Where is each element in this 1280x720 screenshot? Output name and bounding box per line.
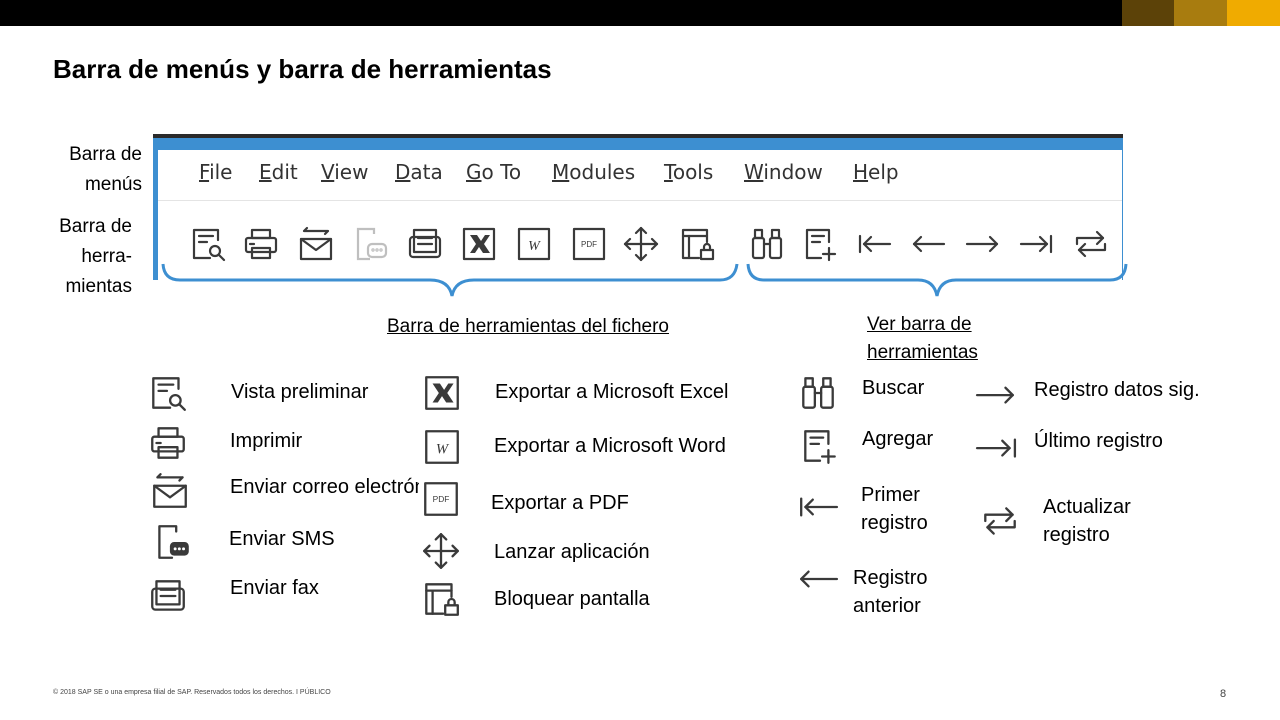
- excel-icon[interactable]: [458, 224, 500, 264]
- next-record-icon[interactable]: [962, 224, 1004, 264]
- svg-text:W: W: [528, 239, 541, 254]
- first-record-icon: [796, 486, 840, 528]
- page-number: 8: [1220, 688, 1227, 700]
- pdf-icon: PDF: [419, 478, 463, 520]
- previous-record-icon[interactable]: [907, 224, 949, 264]
- svg-text:PDF: PDF: [433, 494, 450, 504]
- menu-goto[interactable]: Go To: [466, 160, 521, 184]
- legend-label: Imprimir: [230, 430, 303, 452]
- footer-copyright: © 2018 SAP SE o una empresa filial de SA…: [53, 689, 331, 696]
- legend-label: Registro anterior: [853, 567, 928, 617]
- brand-block-light: [1227, 0, 1280, 26]
- launch-app-icon[interactable]: [620, 224, 662, 264]
- menu-file[interactable]: File: [199, 160, 232, 184]
- preview-icon[interactable]: [187, 224, 229, 264]
- last-record-icon: [974, 425, 1018, 467]
- svg-text:W: W: [436, 441, 450, 457]
- refresh-record-icon: [978, 500, 1022, 542]
- preview-icon: [146, 372, 190, 414]
- legend-label: Bloquear pantalla: [494, 588, 650, 610]
- email-icon: [148, 470, 192, 512]
- brand-block-mid: [1174, 0, 1227, 26]
- legend-label: Exportar a Microsoft Word: [494, 435, 726, 457]
- last-record-icon[interactable]: [1016, 224, 1058, 264]
- svg-text:PDF: PDF: [581, 240, 597, 249]
- menu-data[interactable]: Data: [395, 160, 443, 184]
- excel-icon: [420, 372, 464, 414]
- binoculars-icon: [796, 372, 840, 414]
- window-top-edge: [153, 134, 1123, 138]
- next-record-icon: [974, 372, 1018, 414]
- refresh-record-icon[interactable]: [1070, 224, 1112, 264]
- word-icon[interactable]: W: [513, 224, 555, 264]
- label-toolbar: Barra de herra- mientas: [59, 216, 132, 297]
- slide-title: Barra de menús y barra de herramientas: [53, 54, 552, 84]
- legend-label: Enviar fax: [230, 577, 319, 599]
- launch-app-icon: [419, 530, 463, 572]
- legend-label: Agregar: [862, 428, 934, 450]
- legend-label: Último registro: [1034, 430, 1163, 452]
- legend-label: Primer registro: [861, 484, 928, 534]
- brand-block-dark: [1122, 0, 1174, 26]
- lock-screen-icon: [419, 578, 463, 620]
- menu-help[interactable]: Help: [853, 160, 899, 184]
- legend-label: Enviar SMS: [229, 528, 335, 550]
- legend-label: Registro datos sig.: [1034, 379, 1200, 401]
- menu-tools[interactable]: Tools: [664, 160, 713, 184]
- file-toolbar-label: Barra de herramientas del fichero: [387, 316, 669, 337]
- legend-label: Lanzar aplicación: [494, 541, 650, 563]
- email-icon[interactable]: [295, 224, 337, 264]
- menu-edit[interactable]: Edit: [259, 160, 298, 184]
- add-icon[interactable]: [800, 224, 842, 264]
- fax-icon: [146, 575, 190, 617]
- top-bar: [0, 0, 1280, 26]
- pdf-icon[interactable]: PDF: [568, 224, 610, 264]
- toolbar-separator: [158, 200, 1122, 201]
- print-icon[interactable]: [240, 224, 282, 264]
- sms-icon: [150, 521, 194, 563]
- menu-modules[interactable]: Modules: [552, 160, 635, 184]
- menu-window[interactable]: Window: [744, 160, 823, 184]
- word-icon: W: [420, 426, 464, 468]
- print-icon: [146, 422, 190, 464]
- first-record-icon[interactable]: [853, 224, 895, 264]
- lock-screen-icon[interactable]: [676, 224, 718, 264]
- menu-view[interactable]: View: [321, 160, 368, 184]
- legend-label: Exportar a PDF: [491, 492, 629, 514]
- legend-label: Actualizar registro: [1043, 496, 1131, 546]
- sms-icon[interactable]: [349, 224, 391, 264]
- previous-record-icon: [796, 558, 840, 600]
- fax-icon[interactable]: [404, 224, 446, 264]
- legend-label: Buscar: [862, 377, 925, 399]
- binoculars-icon[interactable]: [746, 224, 788, 264]
- legend-label: Exportar a Microsoft Excel: [495, 381, 729, 403]
- view-toolbar-label: Ver barra de herramientas: [867, 314, 978, 363]
- label-menu-bar: Barra de menús: [69, 144, 142, 195]
- add-icon: [798, 425, 842, 467]
- legend-label: Vista preliminar: [231, 381, 369, 403]
